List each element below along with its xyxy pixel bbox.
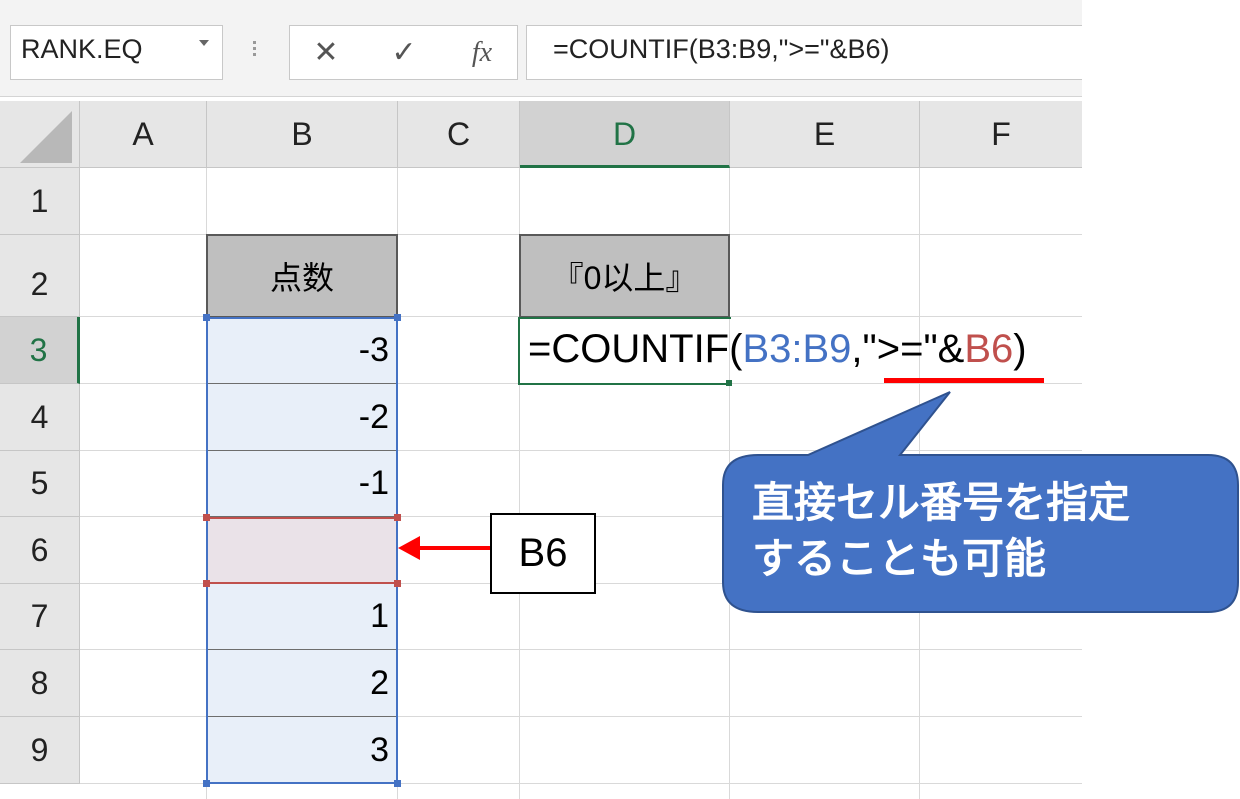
speech-bubble-callout bbox=[722, 391, 1239, 613]
callout-line-2: することも可能 bbox=[752, 534, 1047, 583]
callout-text: 直接セル番号を指定 することも可能 bbox=[752, 475, 1222, 587]
callout-line-1: 直接セル番号を指定 bbox=[752, 478, 1131, 527]
